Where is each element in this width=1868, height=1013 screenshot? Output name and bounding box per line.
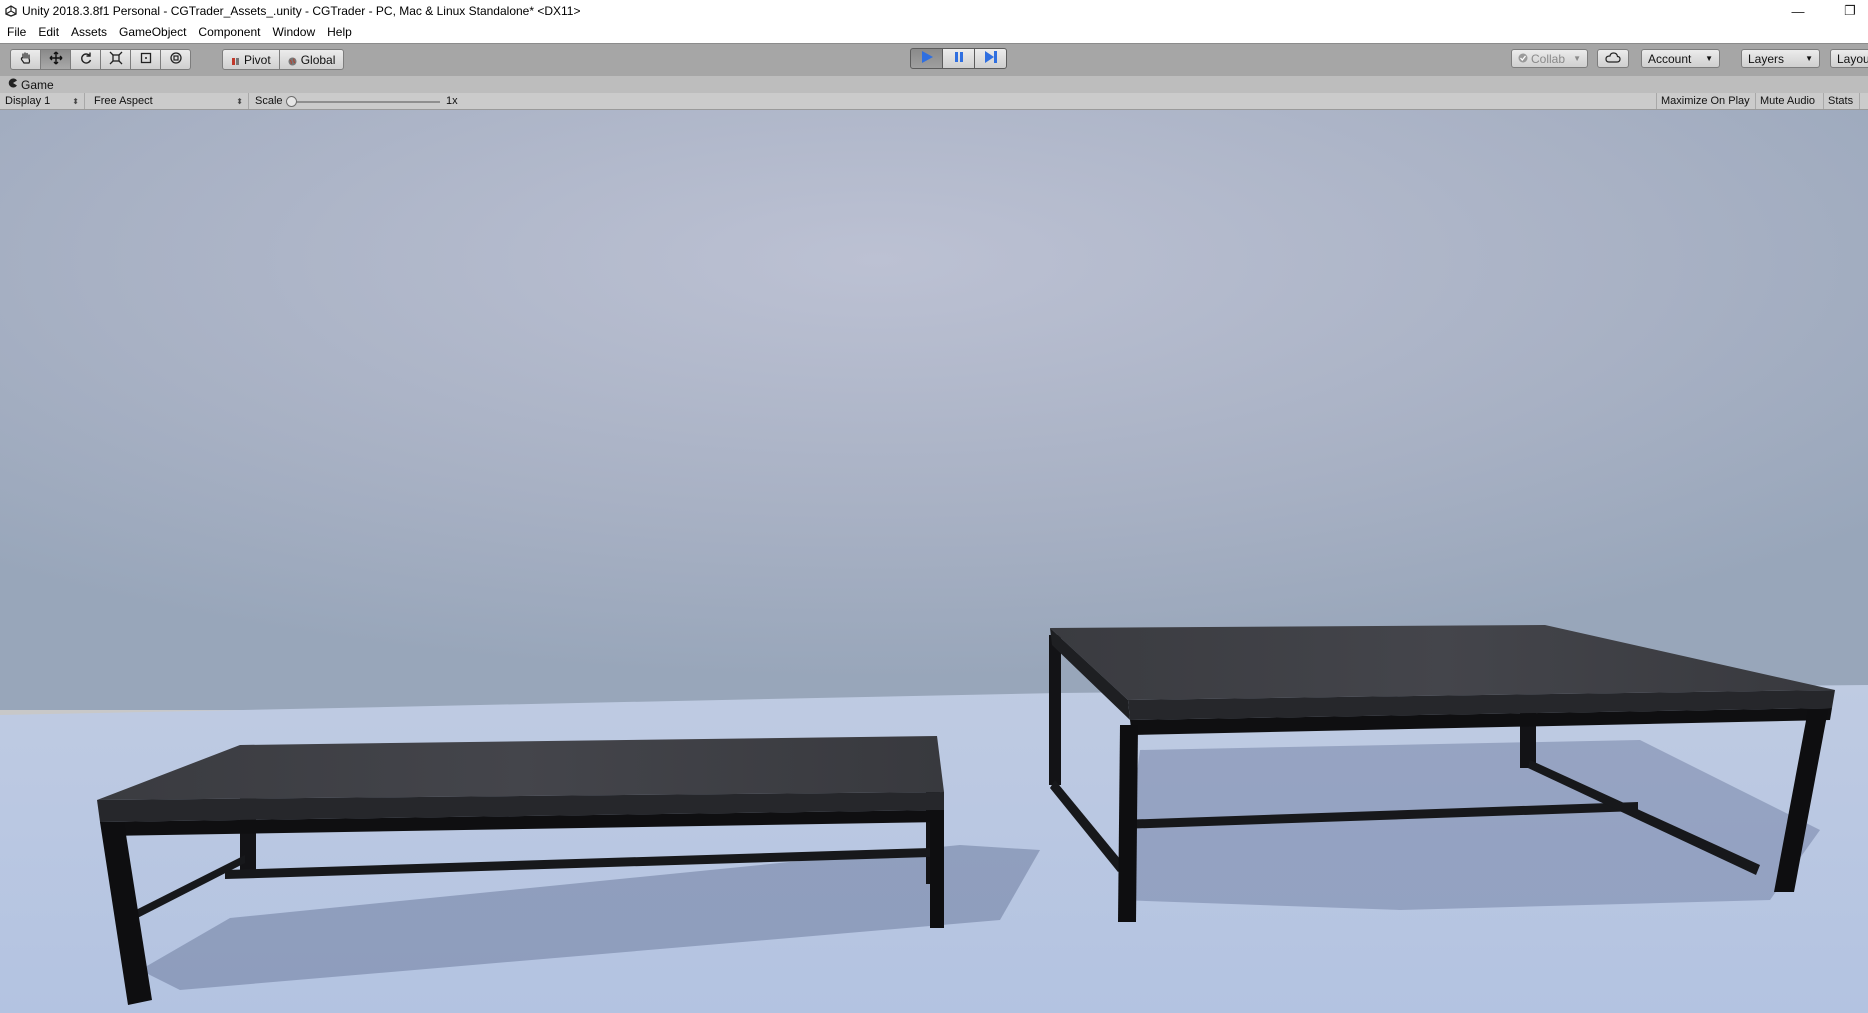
maximize-on-play-label: Maximize On Play bbox=[1661, 95, 1750, 107]
pause-button[interactable] bbox=[942, 48, 975, 69]
maximize-on-play-toggle[interactable]: Maximize On Play bbox=[1656, 93, 1756, 109]
layout-dropdown[interactable]: Layou bbox=[1830, 49, 1868, 68]
collab-dropdown[interactable]: Collab ▼ bbox=[1511, 49, 1588, 68]
stats-toggle[interactable]: Stats bbox=[1823, 93, 1859, 109]
scale-value: 1x bbox=[446, 95, 458, 107]
play-button[interactable] bbox=[910, 48, 943, 69]
hand-tool-button[interactable] bbox=[10, 49, 41, 70]
menu-file[interactable]: File bbox=[0, 22, 32, 43]
transform-icon bbox=[169, 51, 183, 68]
scale-icon bbox=[109, 51, 123, 68]
gizmos-toggle[interactable] bbox=[1859, 93, 1868, 109]
hand-icon bbox=[19, 51, 33, 68]
scale-tool-button[interactable] bbox=[100, 49, 131, 70]
menu-component[interactable]: Component bbox=[192, 22, 266, 43]
collab-caret-icon: ▼ bbox=[1573, 54, 1581, 63]
collab-label: Collab bbox=[1531, 51, 1566, 66]
transform-tools bbox=[10, 49, 191, 70]
step-icon bbox=[983, 50, 999, 67]
mute-audio-toggle[interactable]: Mute Audio bbox=[1755, 93, 1824, 109]
scale-slider-handle[interactable] bbox=[286, 96, 297, 107]
cloud-button[interactable] bbox=[1597, 49, 1629, 68]
game-view-toolbar: Display 1 ⬍ Free Aspect ⬍ Scale 1x Maxim… bbox=[0, 93, 1868, 110]
account-label: Account bbox=[1648, 51, 1692, 66]
tab-game-label: Game bbox=[21, 77, 54, 92]
display-dropdown[interactable]: Display 1 ⬍ bbox=[0, 93, 85, 109]
move-tool-button[interactable] bbox=[40, 49, 71, 70]
check-icon bbox=[1518, 52, 1528, 66]
window-title: Unity 2018.3.8f1 Personal - CGTrader_Ass… bbox=[22, 4, 581, 18]
mute-audio-label: Mute Audio bbox=[1760, 95, 1816, 107]
layout-label: Layou bbox=[1837, 51, 1868, 66]
aspect-label: Free Aspect bbox=[94, 95, 153, 107]
menu-window[interactable]: Window bbox=[266, 22, 321, 43]
window-title-bar: Unity 2018.3.8f1 Personal - CGTrader_Ass… bbox=[0, 0, 1868, 22]
global-label: Global bbox=[300, 52, 336, 67]
main-toolbar: Pivot Global Collab ▼ Account ▼ Layers ▼… bbox=[0, 43, 1868, 77]
scale-label: Scale bbox=[255, 95, 283, 107]
globe-icon bbox=[288, 55, 297, 66]
rotate-icon bbox=[79, 51, 93, 68]
menu-gameobject[interactable]: GameObject bbox=[113, 22, 192, 43]
playback-controls bbox=[910, 48, 1007, 69]
pivot-icon bbox=[231, 55, 240, 65]
pivot-toggle[interactable]: Pivot bbox=[222, 49, 280, 70]
step-button[interactable] bbox=[974, 48, 1007, 69]
back-wall bbox=[0, 110, 1868, 710]
global-toggle[interactable]: Global bbox=[278, 49, 345, 70]
tab-game[interactable]: Game bbox=[8, 76, 54, 93]
display-label: Display 1 bbox=[5, 95, 51, 107]
move-icon bbox=[49, 51, 63, 68]
scale-slider-track[interactable] bbox=[290, 101, 440, 103]
minimize-button[interactable]: — bbox=[1780, 0, 1816, 22]
game-tab-bar: Game bbox=[0, 76, 1868, 93]
layers-label: Layers bbox=[1748, 51, 1785, 66]
play-icon bbox=[919, 50, 935, 67]
pivot-label: Pivot bbox=[244, 52, 271, 67]
account-caret-icon: ▼ bbox=[1705, 54, 1713, 63]
transform-tool-button[interactable] bbox=[160, 49, 191, 70]
layers-dropdown[interactable]: Layers ▼ bbox=[1741, 49, 1820, 68]
menu-bar: File Edit Assets GameObject Component Wi… bbox=[0, 22, 1868, 43]
display-caret-icon: ⬍ bbox=[72, 96, 79, 106]
rotate-tool-button[interactable] bbox=[70, 49, 101, 70]
aspect-caret-icon: ⬍ bbox=[236, 96, 243, 106]
menu-help[interactable]: Help bbox=[321, 22, 358, 43]
restore-button[interactable]: ❐ bbox=[1832, 0, 1868, 22]
aspect-dropdown[interactable]: Free Aspect ⬍ bbox=[89, 93, 249, 109]
pause-icon bbox=[952, 50, 966, 67]
rect-tool-icon bbox=[139, 51, 153, 68]
pivot-global-group: Pivot Global bbox=[222, 49, 345, 70]
menu-assets[interactable]: Assets bbox=[65, 22, 113, 43]
cloud-icon bbox=[1605, 51, 1621, 66]
account-dropdown[interactable]: Account ▼ bbox=[1641, 49, 1720, 68]
scene-render bbox=[0, 110, 1868, 1013]
rect-tool-button[interactable] bbox=[130, 49, 161, 70]
game-viewport[interactable] bbox=[0, 110, 1868, 1013]
stats-label: Stats bbox=[1828, 95, 1854, 107]
menu-edit[interactable]: Edit bbox=[32, 22, 65, 43]
layers-caret-icon: ▼ bbox=[1805, 54, 1813, 63]
unity-logo-icon bbox=[4, 4, 18, 18]
pacman-game-icon bbox=[8, 78, 18, 91]
